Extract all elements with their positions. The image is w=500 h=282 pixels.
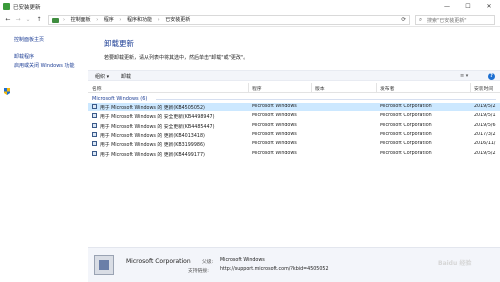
breadcrumb-separator: › xyxy=(96,17,99,23)
column-divider[interactable] xyxy=(311,83,312,93)
breadcrumb-programs-and-features[interactable]: 程序和功能 xyxy=(127,17,152,23)
main-pane: 卸载更新 若要卸载更新，请从列表中将其选中，然后单击"卸载"或"更改"。 组织 … xyxy=(88,27,500,247)
column-divider[interactable] xyxy=(248,83,249,93)
maximize-button[interactable]: ☐ xyxy=(458,0,478,13)
breadcrumb-installed-updates[interactable]: 已安装更新 xyxy=(165,17,190,23)
table-row[interactable]: 用于 Microsoft Windows 的 更新(KB3199986) Micr… xyxy=(88,140,500,148)
control-panel-folder-icon xyxy=(52,18,59,23)
row-cell-installed: 2019/5/2 xyxy=(474,104,496,109)
column-header-name[interactable]: 名称 xyxy=(92,85,102,92)
row-cell-name: 用于 Microsoft Windows 的 更新(KB4505052) xyxy=(100,106,205,111)
search-input[interactable] xyxy=(427,17,493,24)
table-row[interactable]: 用于 Microsoft Windows 的 更新(KB4505052) Micr… xyxy=(88,103,500,111)
view-options-icon[interactable]: ≡ ▾ xyxy=(460,73,468,79)
group-header-microsoft-windows[interactable]: Microsoft Windows (6) xyxy=(92,96,147,102)
breadcrumb[interactable]: › 控制面板 › 程序 › 程序和功能 › 已安装更新 ⟳ xyxy=(48,15,410,25)
baidu-watermark: Baidu 经验 xyxy=(438,260,472,267)
shield-icon xyxy=(4,88,10,95)
breadcrumb-separator: › xyxy=(157,17,160,23)
update-icon xyxy=(92,131,97,137)
uninstall-button[interactable]: 卸载 xyxy=(121,73,131,80)
column-header-publisher[interactable]: 发布者 xyxy=(380,85,394,92)
column-header-installed-on[interactable]: 安装时间 xyxy=(474,85,493,92)
title-bar: 已安装更新 — ☐ ✕ xyxy=(0,0,500,13)
row-cell-publisher: Microsoft Corporation xyxy=(380,131,432,137)
update-icon xyxy=(92,104,97,109)
details-support-link-value[interactable]: http://support.microsoft.com/?kbid=45050… xyxy=(220,267,329,272)
up-arrow-icon[interactable]: ↑ xyxy=(35,16,43,24)
row-cell-program: Microsoft Windows xyxy=(252,150,297,156)
update-icon xyxy=(92,150,97,156)
row-cell-publisher: Microsoft Corporation xyxy=(380,104,432,109)
table-row[interactable]: 用于 Microsoft Windows 的 安全更新(KB4485447) Mi… xyxy=(88,122,500,130)
breadcrumb-control-panel[interactable]: 控制面板 xyxy=(71,17,91,23)
column-divider[interactable] xyxy=(470,83,471,93)
sidebar-link-windows-features[interactable]: 启用或关闭 Windows 功能 xyxy=(14,62,75,69)
details-parent-label: 父级: xyxy=(202,260,214,265)
row-cell-program: Microsoft Windows xyxy=(252,113,297,119)
row-cell-program: Microsoft Windows xyxy=(252,131,297,137)
column-header: 名称 程序 版本 发布者 安装时间 xyxy=(88,83,500,93)
update-icon xyxy=(92,122,97,128)
breadcrumb-programs[interactable]: 程序 xyxy=(104,17,114,23)
back-arrow-icon[interactable]: ← xyxy=(4,16,12,24)
breadcrumb-separator: › xyxy=(63,17,65,23)
details-parent-value: Microsoft Windows xyxy=(220,258,265,263)
help-icon[interactable]: ? xyxy=(488,73,495,80)
row-cell-program: Microsoft Windows xyxy=(252,141,297,147)
update-package-icon xyxy=(94,255,114,275)
group-divider xyxy=(156,99,496,100)
refresh-icon[interactable]: ⟳ xyxy=(401,17,406,23)
sidebar-link-control-panel-home[interactable]: 控制面板主页 xyxy=(14,36,44,43)
sidebar: 控制面板主页 卸载程序 启用或关闭 Windows 功能 xyxy=(0,27,88,247)
row-cell-publisher: Microsoft Corporation xyxy=(380,150,432,156)
row-cell-name: 用于 Microsoft Windows 的 安全更新(KB4498947) xyxy=(100,115,215,121)
row-cell-publisher: Microsoft Corporation xyxy=(380,113,432,119)
row-cell-program: Microsoft Windows xyxy=(252,104,297,109)
breadcrumb-separator: › xyxy=(119,17,122,23)
row-cell-publisher: Microsoft Corporation xyxy=(380,141,432,147)
command-bar: 组织 ▾ 卸载 ≡ ▾ ? xyxy=(88,70,500,81)
sidebar-link-uninstall-program[interactable]: 卸载程序 xyxy=(14,53,34,60)
page-description: 若要卸载更新，请从列表中将其选中，然后单击"卸载"或"更改"。 xyxy=(104,55,249,61)
table-row[interactable]: 用于 Microsoft Windows 的 更新(KB4013418) Micr… xyxy=(88,131,500,139)
organize-button[interactable]: 组织 ▾ xyxy=(95,73,109,80)
row-cell-installed: 2019/5/1 xyxy=(474,113,496,119)
minimize-button[interactable]: — xyxy=(437,0,457,13)
update-icon xyxy=(92,141,97,147)
forward-arrow-icon[interactable]: → xyxy=(14,16,22,24)
table-row[interactable]: 用于 Microsoft Windows 的 安全更新(KB4498947) Mi… xyxy=(88,112,500,120)
search-box[interactable]: ⌕ xyxy=(415,15,495,25)
row-cell-installed: 2017/3/2 xyxy=(474,131,496,137)
column-divider[interactable] xyxy=(376,83,377,93)
update-icon xyxy=(92,113,97,119)
window-title: 已安装更新 xyxy=(13,5,41,11)
row-cell-program: Microsoft Windows xyxy=(252,122,297,128)
column-header-version[interactable]: 版本 xyxy=(315,85,325,92)
column-header-program[interactable]: 程序 xyxy=(252,85,262,92)
details-support-link-label: 支持链接: xyxy=(188,269,209,274)
search-icon: ⌕ xyxy=(419,17,423,23)
row-cell-name: 用于 Microsoft Windows 的 更新(KB4013418) xyxy=(100,133,205,139)
row-cell-installed: 2016/11/ xyxy=(474,141,496,147)
row-cell-installed: 2019/5/6 xyxy=(474,122,496,128)
recent-locations-chevron-icon[interactable]: ⌄ xyxy=(24,16,32,24)
row-cell-name: 用于 Microsoft Windows 的 更新(KB4499177) xyxy=(100,152,205,158)
row-cell-publisher: Microsoft Corporation xyxy=(380,122,432,128)
page-title: 卸载更新 xyxy=(104,39,134,48)
table-row[interactable]: 用于 Microsoft Windows 的 更新(KB4499177) Micr… xyxy=(88,150,500,158)
close-button[interactable]: ✕ xyxy=(479,0,499,13)
row-cell-installed: 2019/5/2 xyxy=(474,150,496,156)
address-bar: ← → ⌄ ↑ › 控制面板 › 程序 › 程序和功能 › 已安装更新 ⟳ ⌕ xyxy=(0,13,500,27)
row-cell-name: 用于 Microsoft Windows 的 更新(KB3199986) xyxy=(100,143,205,149)
details-publisher: Microsoft Corporation xyxy=(126,258,191,265)
installed-updates-app-icon xyxy=(3,3,10,10)
row-cell-name: 用于 Microsoft Windows 的 安全更新(KB4485447) xyxy=(100,124,215,130)
